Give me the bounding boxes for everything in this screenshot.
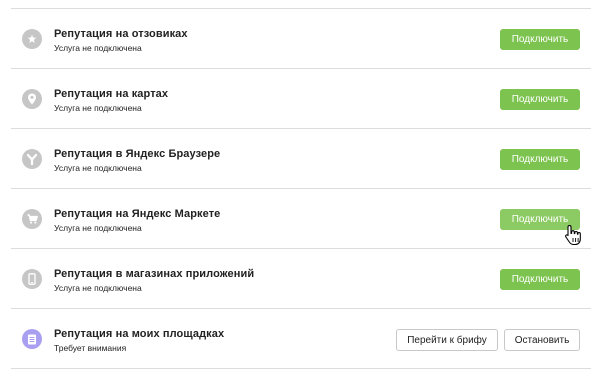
service-row-yandex-market: Репутация на Яндекс Маркете Услуга не по…: [11, 189, 591, 249]
service-row-reviews: Репутация на отзовиках Услуга не подключ…: [11, 9, 591, 69]
service-status: Услуга не подключена: [54, 163, 142, 173]
map-pin-icon: [22, 89, 42, 109]
service-row-app-stores: Репутация в магазинах приложений Услуга …: [11, 249, 591, 309]
service-title: Репутация на моих площадках: [54, 328, 225, 340]
service-status: Требует внимания: [54, 343, 127, 353]
service-list: Репутация на отзовиках Услуга не подключ…: [0, 0, 608, 380]
service-title: Репутация на картах: [54, 88, 169, 100]
stop-button[interactable]: Остановить: [504, 329, 580, 351]
connect-button[interactable]: Подключить: [500, 29, 580, 50]
phone-icon: [22, 269, 42, 289]
connect-button[interactable]: Подключить: [500, 269, 580, 290]
cart-icon: [22, 209, 42, 229]
service-status: Услуга не подключена: [54, 283, 142, 293]
connect-button[interactable]: Подключить: [500, 149, 580, 170]
yandex-browser-icon: [22, 149, 42, 169]
service-row-my-platforms: Репутация на моих площадках Требует вним…: [11, 309, 591, 369]
service-row-maps: Репутация на картах Услуга не подключена…: [11, 69, 591, 129]
star-icon: [22, 29, 42, 49]
hand-cursor-icon: [564, 224, 582, 251]
list-icon: [22, 329, 42, 349]
service-title: Репутация в магазинах приложений: [54, 268, 255, 280]
divider: [11, 368, 591, 369]
service-status: Услуга не подключена: [54, 43, 142, 53]
service-title: Репутация на отзовиках: [54, 28, 188, 40]
service-title: Репутация на Яндекс Маркете: [54, 208, 221, 220]
service-row-yandex-browser: Репутация в Яндекс Браузере Услуга не по…: [11, 129, 591, 189]
service-status: Услуга не подключена: [54, 223, 142, 233]
go-to-brief-button[interactable]: Перейти к брифу: [396, 329, 498, 351]
connect-button[interactable]: Подключить: [500, 89, 580, 110]
service-title: Репутация в Яндекс Браузере: [54, 148, 221, 160]
service-status: Услуга не подключена: [54, 103, 142, 113]
